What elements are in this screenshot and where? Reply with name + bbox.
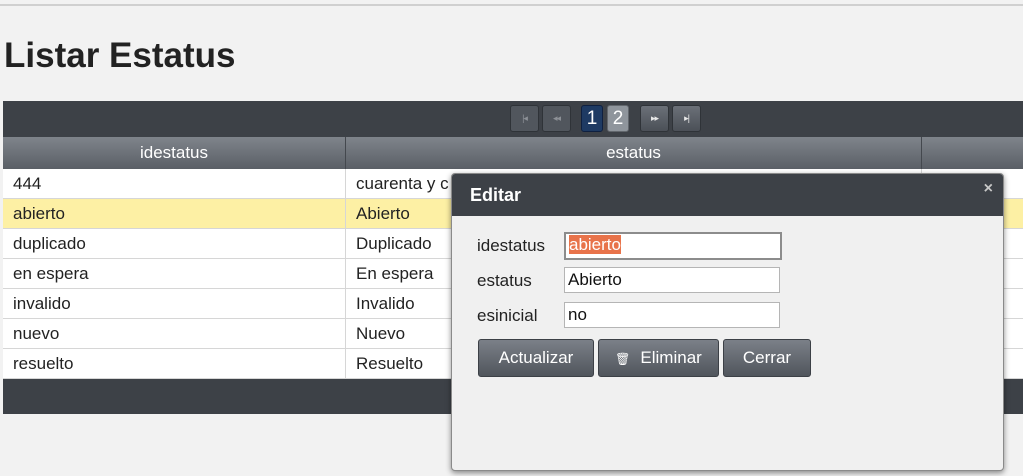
cell-idestatus: abierto	[3, 199, 346, 228]
last-page-button[interactable]: ▸|	[672, 105, 701, 132]
page-2-button[interactable]: 2	[607, 105, 629, 132]
page-title: Listar Estatus	[4, 36, 236, 75]
top-divider	[0, 4, 1023, 6]
cell-idestatus: duplicado	[3, 229, 346, 258]
column-header-extra[interactable]	[922, 137, 1023, 169]
page-1-button[interactable]: 1	[581, 105, 603, 132]
idestatus-input[interactable]: abierto	[564, 232, 782, 260]
dialog-title: Editar	[470, 185, 522, 205]
cell-idestatus: 444	[3, 169, 346, 198]
estatus-input[interactable]	[564, 267, 780, 293]
cell-idestatus: en espera	[3, 259, 346, 288]
estatus-label: estatus	[477, 271, 532, 290]
close-button[interactable]: Cerrar	[723, 339, 811, 377]
dialog-titlebar[interactable]: Editar ×	[452, 174, 1003, 216]
delete-button[interactable]: 🗑 Eliminar	[598, 339, 719, 377]
selected-text: abierto	[569, 235, 621, 254]
cell-idestatus: nuevo	[3, 319, 346, 348]
trash-icon: 🗑	[615, 351, 631, 366]
idestatus-label: idestatus	[477, 236, 546, 255]
update-button[interactable]: Actualizar	[478, 339, 594, 377]
close-icon[interactable]: ×	[984, 180, 993, 198]
column-header-idestatus[interactable]: idestatus	[3, 137, 346, 169]
pagination-bar: |◂ ◂◂ 1 2 ▸▸ ▸|	[3, 101, 1023, 137]
prev-page-button[interactable]: ◂◂	[542, 105, 571, 132]
cell-idestatus: resuelto	[3, 349, 346, 378]
esinicial-input[interactable]	[564, 302, 780, 328]
cell-idestatus: invalido	[3, 289, 346, 318]
column-header-estatus[interactable]: estatus	[346, 137, 922, 169]
next-page-button[interactable]: ▸▸	[640, 105, 669, 132]
edit-dialog: Editar × idestatus abierto estatus esini…	[451, 173, 1004, 471]
table-header: idestatus estatus	[3, 137, 1023, 169]
esinicial-label: esinicial	[477, 306, 538, 325]
delete-button-label: Eliminar	[640, 348, 702, 367]
first-page-button[interactable]: |◂	[510, 105, 539, 132]
